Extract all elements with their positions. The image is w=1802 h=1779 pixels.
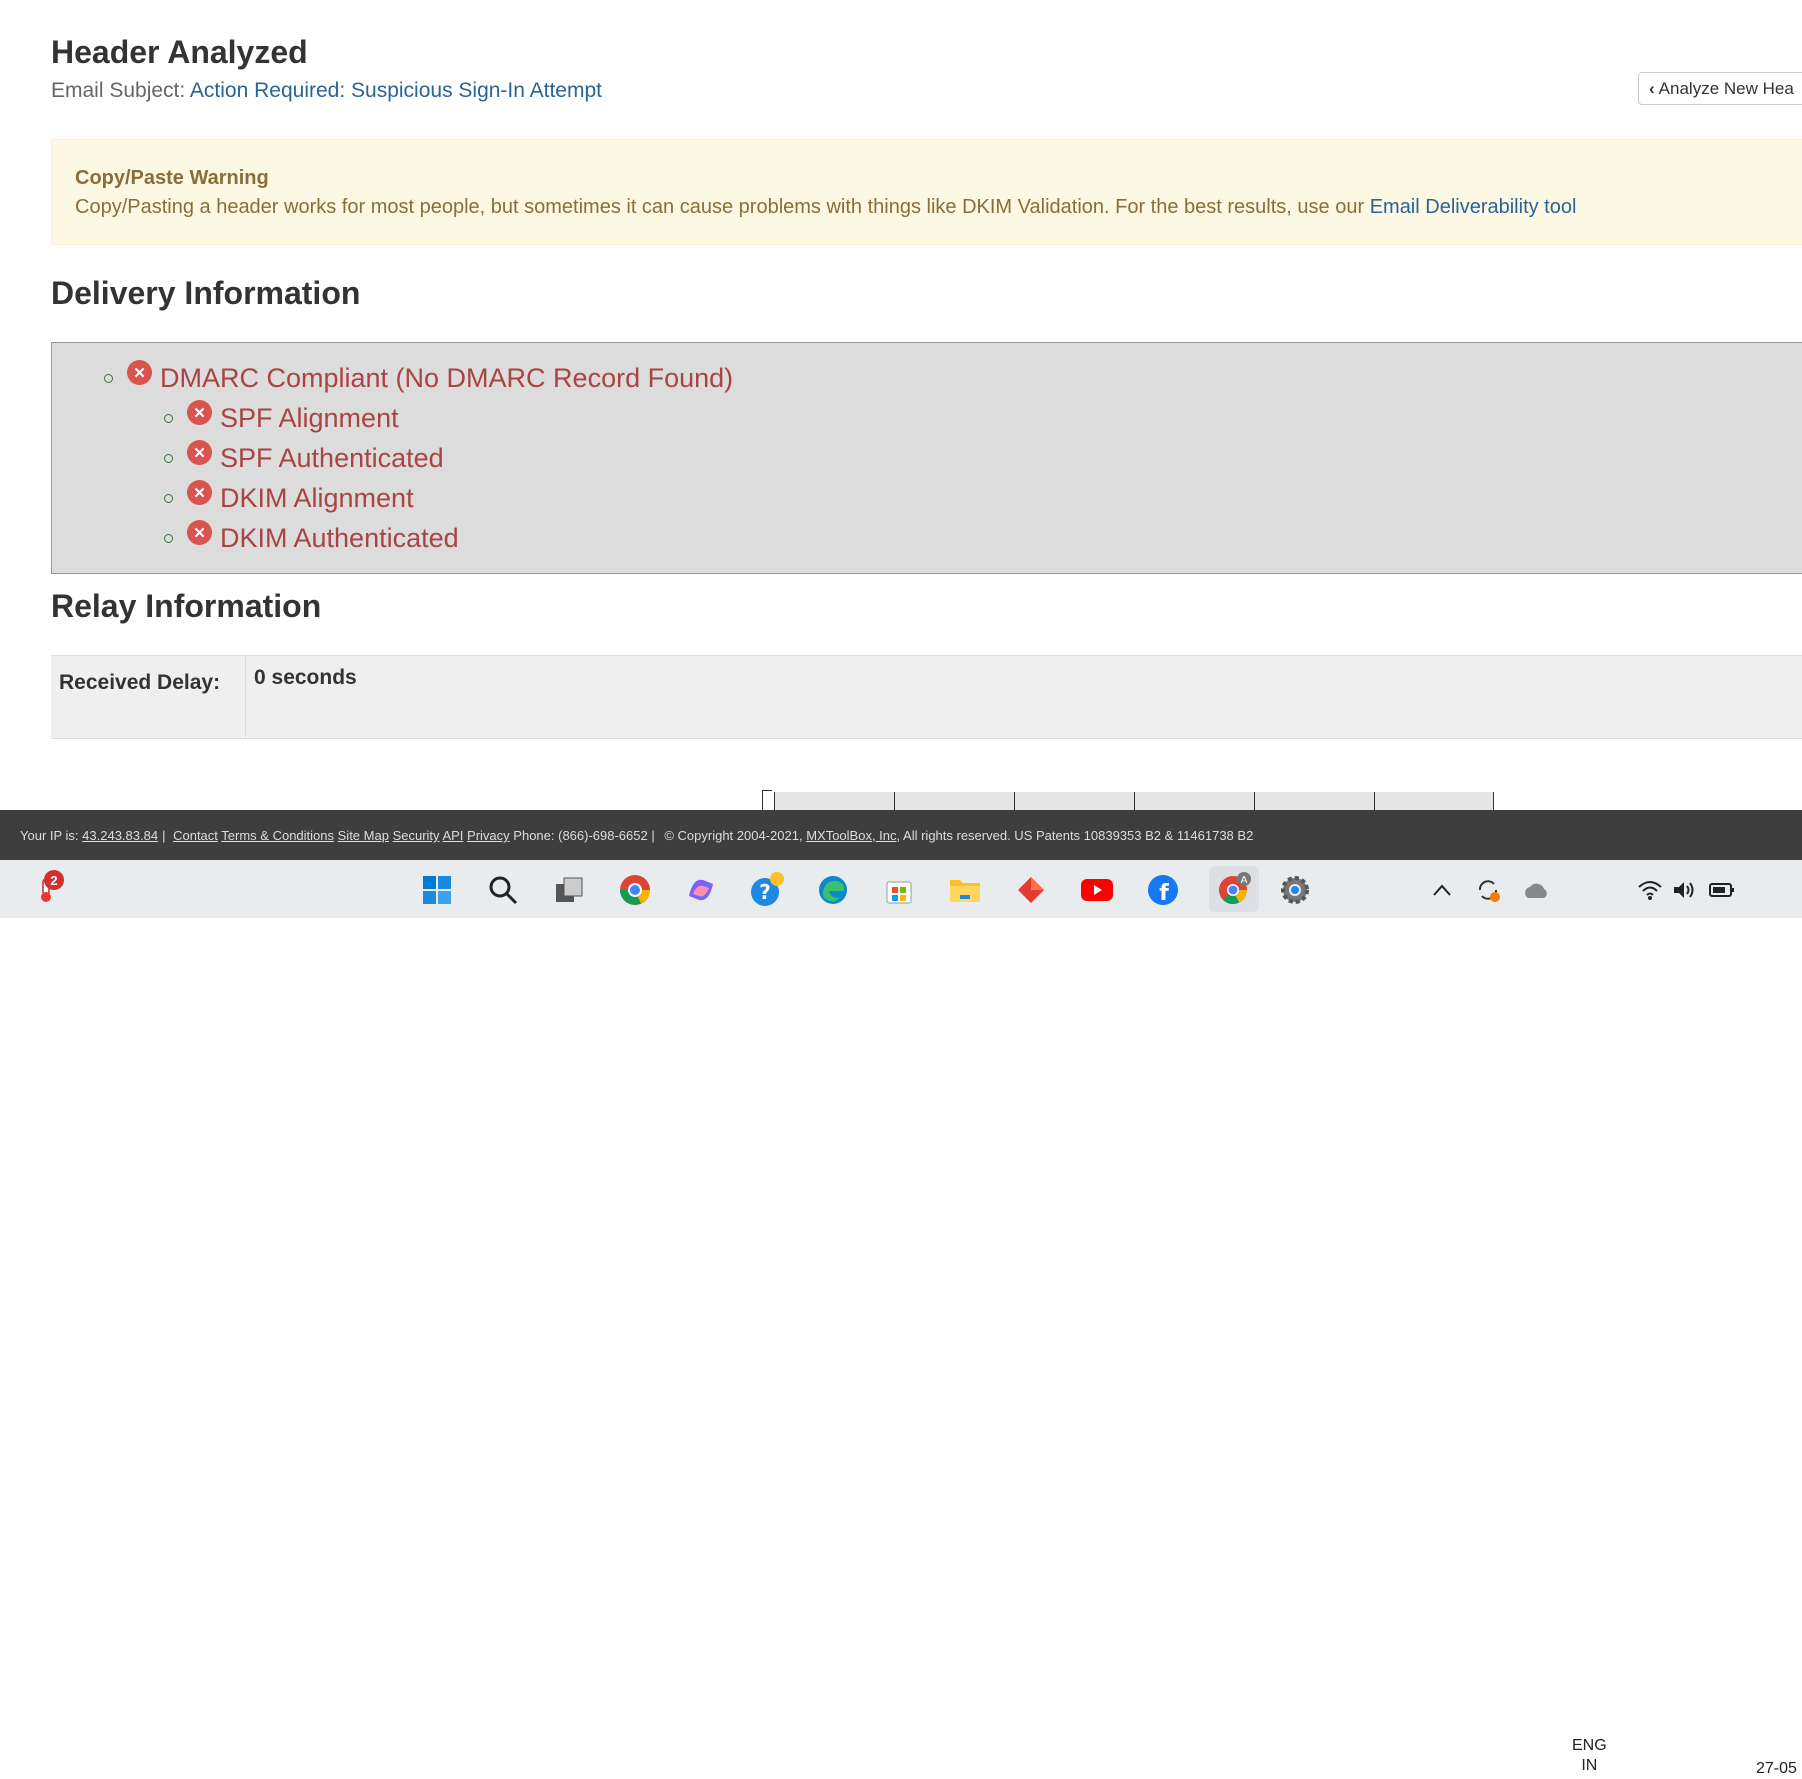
chart-cell xyxy=(1014,792,1134,810)
chart-cell xyxy=(774,792,894,810)
store-icon[interactable] xyxy=(881,872,917,908)
page-title: Header Analyzed xyxy=(51,34,308,70)
svg-text:A: A xyxy=(1241,875,1248,886)
chart-cell xyxy=(1254,792,1374,810)
onedrive-cloud-icon[interactable] xyxy=(1518,872,1554,908)
copyright-suffix: , All rights reserved. US Patents 108393… xyxy=(896,828,1254,843)
sync-icon[interactable] xyxy=(1470,872,1506,908)
chart-corner xyxy=(762,790,772,810)
settings-icon[interactable] xyxy=(1277,872,1313,908)
delivery-item-label: DKIM Alignment xyxy=(220,483,414,513)
chart-cell xyxy=(1374,792,1494,810)
footer-link-privacy[interactable]: Privacy xyxy=(467,828,510,843)
delivery-item-label: SPF Alignment xyxy=(220,403,399,433)
battery-icon[interactable] xyxy=(1704,872,1740,908)
file-explorer-icon[interactable] xyxy=(947,872,983,908)
relay-table: Received Delay: 0 seconds xyxy=(51,655,1802,739)
copilot-icon[interactable] xyxy=(683,872,719,908)
bullet-icon xyxy=(164,534,173,543)
analyze-new-header-button[interactable]: ‹ Analyze New Hea xyxy=(1638,72,1802,105)
warning-title: Copy/Paste Warning xyxy=(75,167,269,189)
search-icon[interactable] xyxy=(485,872,521,908)
fail-x-icon: ✕ xyxy=(187,400,212,425)
company-link[interactable]: MXToolBox, Inc xyxy=(806,828,896,843)
copy-paste-warning: Copy/Paste Warning Copy/Pasting a header… xyxy=(51,139,1802,245)
delivery-item-label: DKIM Authenticated xyxy=(220,523,459,553)
app-diamond-icon[interactable] xyxy=(1013,872,1049,908)
fail-x-icon: ✕ xyxy=(187,480,212,505)
list-item: ✕ DMARC Compliant (No DMARC Record Found… xyxy=(104,360,734,394)
analyze-new-header-label: Analyze New Hea xyxy=(1658,79,1794,98)
received-delay-value: 0 seconds xyxy=(254,666,357,689)
language-region: IN xyxy=(1581,1757,1598,1774)
bullet-icon xyxy=(104,374,113,383)
warning-body: Copy/Pasting a header works for most peo… xyxy=(75,196,1370,218)
footer-link-sitemap[interactable]: Site Map xyxy=(338,828,389,843)
notification-badge: 2 xyxy=(44,870,64,890)
windows-start-icon[interactable] xyxy=(419,872,455,908)
list-item: ✕ DKIM Alignment xyxy=(164,480,414,514)
relay-section-title: Relay Information xyxy=(51,588,322,624)
bullet-icon xyxy=(164,454,173,463)
help-icon[interactable]: ? xyxy=(749,872,785,908)
warning-text: Copy/Pasting a header works for most peo… xyxy=(75,196,1576,219)
footer-phone: Phone: (866)-698-6652 | xyxy=(513,828,655,843)
delivery-item-label: DMARC Compliant (No DMARC Record Found) xyxy=(160,363,734,393)
fail-x-icon: ✕ xyxy=(187,440,212,465)
chrome-profile-icon[interactable]: A xyxy=(1209,866,1259,912)
email-deliverability-link[interactable]: Email Deliverability tool xyxy=(1370,196,1577,218)
received-delay-label: Received Delay: xyxy=(51,656,246,738)
facebook-icon[interactable]: f xyxy=(1145,872,1181,908)
footer-link-api[interactable]: API xyxy=(442,828,463,843)
language-code: ENG xyxy=(1572,1737,1607,1754)
email-subject: Email Subject: Action Required: Suspicio… xyxy=(51,79,602,103)
language-indicator[interactable]: ENG IN xyxy=(1572,1736,1607,1776)
edge-icon[interactable] xyxy=(815,872,851,908)
footer-link-contact[interactable]: Contact xyxy=(173,828,218,843)
svg-text:?: ? xyxy=(759,880,771,904)
footer-link-terms[interactable]: Terms & Conditions xyxy=(221,828,334,843)
ip-link[interactable]: 43.243.83.84 xyxy=(82,828,158,843)
svg-text:f: f xyxy=(1159,881,1169,906)
relay-chart-top-edge xyxy=(762,790,1494,810)
chart-cell xyxy=(894,792,1014,810)
wifi-icon[interactable] xyxy=(1632,872,1668,908)
delivery-info-box: ✕ DMARC Compliant (No DMARC Record Found… xyxy=(51,342,1802,574)
youtube-icon[interactable] xyxy=(1079,872,1115,908)
fail-x-icon: ✕ xyxy=(127,360,152,385)
volume-icon[interactable] xyxy=(1666,872,1702,908)
page: Header Analyzed Email Subject: Action Re… xyxy=(0,0,1802,810)
chevron-left-icon: ‹ xyxy=(1649,79,1655,98)
delivery-section-title: Delivery Information xyxy=(51,275,361,311)
chrome-icon[interactable] xyxy=(617,872,653,908)
bullet-icon xyxy=(164,494,173,503)
copyright-prefix: © Copyright 2004-2021, xyxy=(664,828,803,843)
fail-x-icon: ✕ xyxy=(187,520,212,545)
ip-label: Your IP is: xyxy=(20,828,79,843)
list-item: ✕ SPF Authenticated xyxy=(164,440,444,474)
email-subject-label: Email Subject: xyxy=(51,79,186,102)
task-view-icon[interactable] xyxy=(551,872,587,908)
list-item: ✕ DKIM Authenticated xyxy=(164,520,459,554)
footer-link-security[interactable]: Security xyxy=(393,828,440,843)
list-item: ✕ SPF Alignment xyxy=(164,400,399,434)
clock-date[interactable]: 27-05 xyxy=(1756,1759,1797,1779)
chevron-up-icon[interactable] xyxy=(1424,872,1460,908)
windows-taskbar: ? f A ENG IN 27-05 xyxy=(0,860,1802,1777)
chart-cell xyxy=(1134,792,1254,810)
site-footer: Your IP is: 43.243.83.84 | Contact Terms … xyxy=(0,810,1802,860)
bullet-icon xyxy=(164,414,173,423)
delivery-item-label: SPF Authenticated xyxy=(220,443,444,473)
email-subject-value: Action Required: Suspicious Sign-In Atte… xyxy=(189,79,602,102)
